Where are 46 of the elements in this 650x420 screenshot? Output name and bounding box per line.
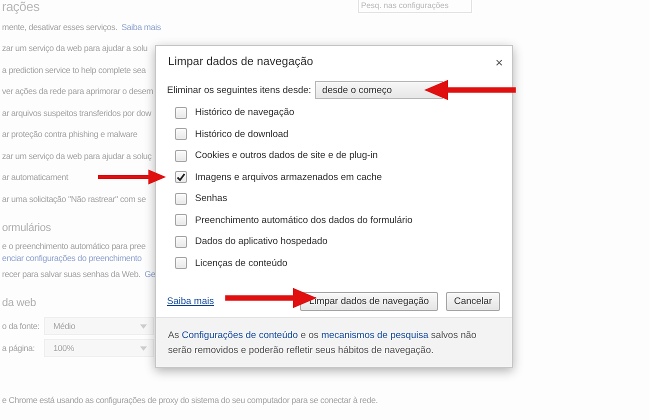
checkbox[interactable] xyxy=(175,257,187,270)
arrow-icon xyxy=(424,79,516,101)
setting-text: a prediction service to help complete sea xyxy=(2,64,146,75)
checkbox[interactable] xyxy=(175,214,187,226)
proxy-text: e Chrome está usando as configurações de proxy do sistema do seu computador para se conectar à rede. xyxy=(2,394,378,407)
option-label: Preenchimento automático dos dados do formulário xyxy=(195,214,413,226)
footer-link[interactable]: Configurações de conteúdo xyxy=(182,330,298,341)
footer-note: As Configurações de conteúdo e os mecanismos de pesquisa salvos não serão removidos e poderão refletir seus hábitos de navegação. xyxy=(168,329,478,358)
time-range-label: Eliminar os seguintes itens desde: xyxy=(167,84,312,96)
checkbox[interactable] xyxy=(175,128,187,140)
section-heading: ormulários xyxy=(2,222,51,236)
footer-link[interactable]: mecanismos de pesquisa xyxy=(321,330,428,341)
option-label: Histórico de download xyxy=(195,128,288,140)
learn-more-link[interactable]: Saiba mais xyxy=(167,296,214,306)
checkbox[interactable] xyxy=(175,236,187,248)
checkbox[interactable] xyxy=(175,150,187,162)
search-field[interactable]: Pesq. nas configurações xyxy=(358,0,472,13)
checkbox[interactable] xyxy=(175,106,187,119)
option-label: Imagens e arquivos armazenados em cache xyxy=(195,172,382,183)
setting-label: a página: xyxy=(2,343,36,353)
section-heading: da web xyxy=(2,297,36,311)
caret-icon xyxy=(140,346,147,350)
page-title: rações xyxy=(2,0,40,16)
setting-text: zar um serviço da web para ajudar a soluç xyxy=(2,150,152,161)
time-range-dropdown[interactable]: desde o começo xyxy=(315,81,444,99)
close-icon[interactable]: × xyxy=(495,56,503,69)
setting-text: e o preenchimento automático para pree xyxy=(2,240,146,250)
dialog-title: Limpar dados de navegação xyxy=(168,56,314,70)
checkbox[interactable] xyxy=(175,192,187,205)
setting-text: recer para salvar suas senhas da Web. xyxy=(2,269,140,280)
option-label: Licenças de conteúdo xyxy=(195,258,288,269)
option-label: Senhas xyxy=(195,193,228,204)
checkbox[interactable] xyxy=(175,171,187,184)
cancel-button[interactable]: Cancelar xyxy=(446,292,500,310)
setting-label: o da fonte: xyxy=(2,321,40,331)
caret-icon xyxy=(140,324,147,328)
setting-text: zar um serviço da web para ajudar a solu xyxy=(2,43,148,54)
setting-text: ar arquivos suspeitos transferidos por dow xyxy=(2,108,152,118)
option-label: Cookies e outros dados de site e de plug-in xyxy=(195,150,378,162)
setting-text: ar automaticament xyxy=(2,172,68,182)
setting-text: ver ações da rede para aprimorar o desem xyxy=(2,86,154,96)
setting-text: ar uma solicitação "Não rastrear" com se xyxy=(2,194,146,204)
option-label: Dados do aplicativo hospedado xyxy=(195,236,328,248)
setting-text: ar proteção contra phishing e malware xyxy=(2,129,138,140)
setting-text: mente, desativar esses serviços. xyxy=(2,22,118,32)
option-label: Histórico de navegação xyxy=(195,107,294,118)
